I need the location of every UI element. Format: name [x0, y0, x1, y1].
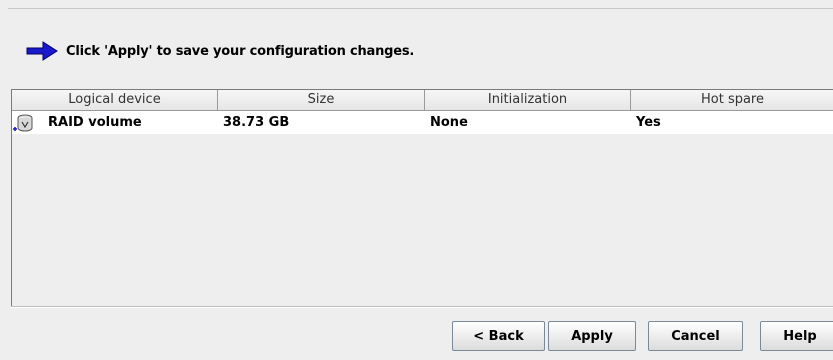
- logical-device-table[interactable]: Logical device Size Initialization Hot s…: [11, 89, 833, 308]
- bottom-divider-highlight: [11, 307, 833, 308]
- header-initialization[interactable]: Initialization: [425, 90, 631, 110]
- header-logical-device[interactable]: Logical device: [12, 90, 218, 110]
- table-row[interactable]: RAID volume 38.73 GB None Yes: [12, 111, 833, 134]
- device-size: 38.73 GB: [223, 115, 290, 130]
- right-arrow-icon: [26, 40, 59, 62]
- back-button[interactable]: < Back: [452, 321, 545, 351]
- header-hot-spare[interactable]: Hot spare: [631, 90, 833, 110]
- device-hot-spare: Yes: [636, 115, 661, 130]
- disk-icon: [12, 113, 34, 133]
- top-divider: [8, 8, 833, 9]
- instruction-message: Click 'Apply' to save your configuration…: [26, 36, 414, 66]
- table-header: Logical device Size Initialization Hot s…: [12, 90, 833, 111]
- instruction-text: Click 'Apply' to save your configuration…: [66, 43, 415, 59]
- device-initialization: None: [430, 115, 468, 130]
- help-button[interactable]: Help: [760, 321, 833, 351]
- cancel-button[interactable]: Cancel: [648, 321, 743, 351]
- device-name: RAID volume: [48, 115, 142, 130]
- header-size[interactable]: Size: [218, 90, 425, 110]
- apply-button[interactable]: Apply: [548, 321, 636, 351]
